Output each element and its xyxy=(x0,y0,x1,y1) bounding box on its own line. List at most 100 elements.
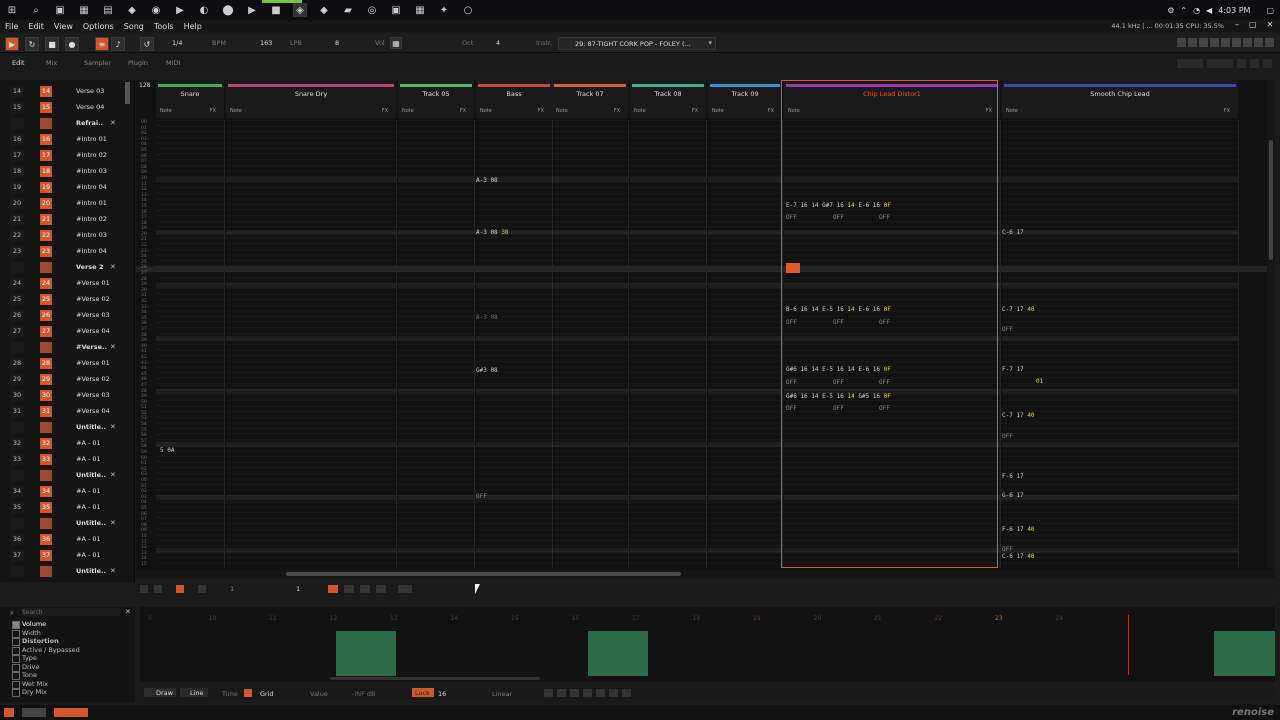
sequence-slot[interactable]: 19 19 #Intro 04 xyxy=(0,182,132,198)
automation-envelope[interactable]: 9 10 11 12 13 14 15 16 17 18 19 20 21 22 23 24 xyxy=(140,607,1275,682)
note[interactable]: G-6 17 xyxy=(1002,492,1024,499)
minimize-icon[interactable]: – xyxy=(1230,20,1244,32)
layout-icon[interactable] xyxy=(1188,38,1197,47)
pattern-number[interactable]: 15 xyxy=(40,102,52,113)
pattern-number[interactable]: 30 xyxy=(40,390,52,401)
pattern-number[interactable]: 18 xyxy=(40,166,52,177)
track-header[interactable]: Bass Note FX xyxy=(476,80,552,118)
track-lines[interactable] xyxy=(552,120,629,568)
sequence-slot[interactable]: 33 33 #A - 01 xyxy=(0,454,132,470)
pattern-name[interactable]: #Verse.. xyxy=(76,342,132,353)
pattern-name[interactable]: #A - 01 xyxy=(76,438,132,449)
interpolation-select[interactable]: Linear xyxy=(492,690,512,698)
pattern-name[interactable]: Verse 03 xyxy=(76,86,132,97)
pattern-number[interactable]: 32 xyxy=(40,438,52,449)
pattern-number[interactable]: 31 xyxy=(40,406,52,417)
automation-scrollbar[interactable] xyxy=(330,677,540,680)
track-column[interactable]: Track 07 Note FX xyxy=(552,80,629,570)
pattern-name[interactable]: Refrai.. xyxy=(76,118,132,129)
pattern-number[interactable] xyxy=(40,342,52,353)
sequence-slot[interactable]: 37 37 #A - 01 xyxy=(0,550,132,566)
windows-start-icon[interactable]: ⊞ xyxy=(5,3,19,17)
pattern-number[interactable]: 21 xyxy=(40,214,52,225)
options-icon[interactable] xyxy=(398,585,412,593)
sequence-slot[interactable]: #Verse.. ✕ xyxy=(0,342,132,358)
spectrum-icon[interactable] xyxy=(1207,59,1233,68)
pattern-number[interactable]: 16 xyxy=(40,134,52,145)
track-lines[interactable] xyxy=(1002,120,1239,568)
app-icon[interactable]: ✦ xyxy=(437,3,451,17)
note-off[interactable]: OFF xyxy=(476,493,487,500)
note[interactable]: C-7 17 40 xyxy=(1002,306,1035,313)
note-off[interactable]: OFF xyxy=(879,214,890,221)
draw-button[interactable]: Draw xyxy=(144,688,176,697)
parameter-checkbox[interactable] xyxy=(12,655,20,663)
layout-icon[interactable] xyxy=(1177,38,1186,47)
note-off[interactable]: OFF xyxy=(833,319,844,326)
vol-toggle-icon[interactable]: ▦ xyxy=(390,37,402,49)
parameter-checkbox[interactable] xyxy=(12,680,20,689)
pattern-number[interactable]: 33 xyxy=(40,454,52,465)
sequence-slot[interactable]: 32 32 #A - 01 xyxy=(0,438,132,454)
sequence-slot[interactable]: 26 26 #Verse 03 xyxy=(0,310,132,326)
grid-toggle[interactable] xyxy=(244,689,252,697)
pattern-number[interactable]: 28 xyxy=(40,358,52,369)
metronome-button[interactable]: ♪ xyxy=(111,37,125,51)
pattern-name[interactable]: #Verse 02 xyxy=(76,374,132,385)
pattern-number[interactable]: 25 xyxy=(40,294,52,305)
parameter-checkbox[interactable] xyxy=(12,638,20,646)
panel-icon[interactable] xyxy=(140,585,148,593)
track-lines[interactable] xyxy=(630,120,707,568)
note[interactable]: A-3 08 xyxy=(476,314,498,321)
maximize-icon[interactable]: ▢ xyxy=(1244,20,1262,32)
track-name[interactable]: Bass xyxy=(476,90,552,98)
track-column[interactable]: Bass Note FX xyxy=(476,80,553,570)
pattern-name[interactable]: #Verse 03 xyxy=(76,310,132,321)
track-lines[interactable] xyxy=(398,120,475,568)
panel-icon[interactable] xyxy=(1237,59,1246,68)
track-name[interactable]: Smooth Chip Lead xyxy=(1002,90,1238,98)
app-icon[interactable]: ▤ xyxy=(101,3,115,17)
pattern-number[interactable]: 37 xyxy=(40,550,52,561)
sequence-slot[interactable]: 17 17 #Intro 02 xyxy=(0,150,132,166)
sequence-slot[interactable]: 21 21 #Intro 02 xyxy=(0,214,132,230)
track-lines[interactable] xyxy=(226,120,397,568)
record-button[interactable]: ● xyxy=(65,37,79,51)
sequence-slot[interactable]: 36 36 #A - 01 xyxy=(0,534,132,550)
note-off[interactable]: OFF xyxy=(833,214,844,221)
pattern-number[interactable] xyxy=(40,262,52,273)
note[interactable]: C-6 17 xyxy=(1002,229,1024,236)
sequence-slot[interactable]: 18 18 #Intro 03 xyxy=(0,166,132,182)
sequence-slot[interactable]: 28 28 #Verse 01 xyxy=(0,358,132,374)
stop-button[interactable]: ■ xyxy=(45,37,59,51)
track-header[interactable]: Smooth Chip Lead Note FX xyxy=(1002,80,1238,118)
menu-song[interactable]: Song xyxy=(119,22,149,31)
chrome-icon[interactable]: ◎ xyxy=(365,3,379,17)
parameter-item[interactable]: Wet Mix xyxy=(22,680,48,688)
track-name[interactable]: Track 09 xyxy=(708,90,782,98)
pattern-name[interactable]: #Intro 01 xyxy=(76,134,132,145)
parameter-item[interactable]: Type xyxy=(22,654,37,662)
parameter-item[interactable]: Tone xyxy=(22,671,37,679)
track-header[interactable]: Snare Dry Note FX xyxy=(226,80,396,118)
parameter-checkbox[interactable] xyxy=(12,621,20,629)
sequence-slot[interactable]: 23 23 #Intro 04 xyxy=(0,246,132,262)
parameter-item[interactable]: Dry Mix xyxy=(22,688,47,696)
note-off[interactable]: OFF xyxy=(786,319,797,326)
pattern-number[interactable]: 23 xyxy=(40,246,52,257)
lock-button[interactable]: Lock xyxy=(412,688,434,697)
mask-icon[interactable] xyxy=(376,585,386,593)
tab-plugin[interactable]: Plugin xyxy=(128,59,148,67)
value-readout[interactable]: -INF dB xyxy=(352,690,376,698)
note[interactable]: B-6 16 14 E-5 16 14 E-6 16 0F xyxy=(786,306,891,313)
lpb-value[interactable]: 8 xyxy=(335,39,339,47)
note-off[interactable]: OFF xyxy=(1002,433,1013,440)
sequence-slot[interactable]: 25 25 #Verse 02 xyxy=(0,294,132,310)
edit-step-value[interactable]: 1/4 xyxy=(172,39,182,47)
track-header[interactable]: Track 09 Note FX xyxy=(708,80,782,118)
pattern-name[interactable]: #Verse 03 xyxy=(76,390,132,401)
layout-icon[interactable] xyxy=(1254,38,1263,47)
note-off[interactable]: OFF xyxy=(833,405,844,412)
track-header[interactable]: Snare Note FX xyxy=(156,80,224,118)
close-icon[interactable]: ✕ xyxy=(125,608,133,616)
